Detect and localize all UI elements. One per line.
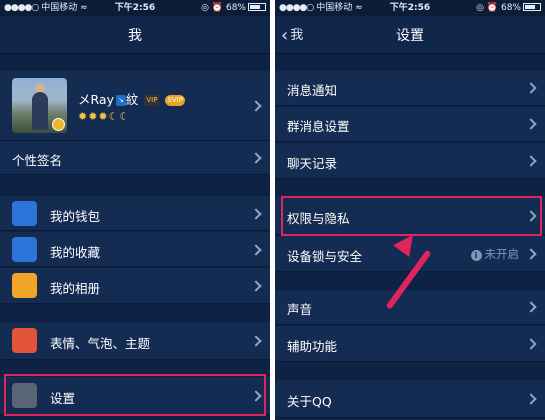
settings-item-group-messages[interactable]: 群消息设置: [275, 107, 545, 142]
menu-item-favorites[interactable]: 我的收藏: [0, 232, 270, 267]
settings-highlight-box: [4, 374, 266, 416]
settings-item-sound[interactable]: 声音: [275, 290, 545, 325]
chevron-right-icon: [250, 244, 262, 256]
settings-item-accessibility[interactable]: 辅助功能: [275, 326, 545, 362]
page-title: 我: [128, 28, 142, 44]
nickname: メRay ↘ 紋 VIP SVIP: [78, 89, 185, 108]
lock-rotation-icon: ◎: [201, 3, 210, 13]
nav-bar: ‹ 我 设置: [275, 16, 545, 54]
lock-rotation-icon: ◎: [476, 3, 485, 13]
battery-icon: [523, 3, 541, 11]
status-bar: ●●●●○ 中国移动 ≈ 下午2:56 ◎ ⏰ 68%: [0, 0, 270, 16]
chevron-right-icon: [525, 301, 537, 313]
wallet-icon: [12, 201, 37, 226]
star-box-icon: [12, 237, 37, 262]
nav-bar: 我: [0, 16, 270, 54]
profile-screen: ●●●●○ 中国移动 ≈ 下午2:56 ◎ ⏰ 68% 我 メRay ↘ 紋 VIP …: [0, 0, 270, 420]
battery-percent: 68%: [500, 3, 521, 13]
menu-item-label: 我的收藏: [50, 245, 101, 260]
page-title: 设置: [396, 28, 424, 44]
menu-item-label: 我的相册: [50, 281, 101, 296]
nickname-suffix: 紋: [125, 92, 139, 107]
settings-item-notifications[interactable]: 消息通知: [275, 71, 545, 106]
menu-item-label: 我的钱包: [50, 209, 101, 224]
chevron-right-icon: [250, 335, 262, 347]
status-bar: ●●●●○ 中国移动 ≈ 下午2:56 ◎ ⏰ 68%: [275, 0, 545, 16]
signature-label: 个性签名: [12, 153, 63, 168]
settings-item-chat-history[interactable]: 聊天记录: [275, 143, 545, 179]
menu-item-label: 表情、气泡、主题: [50, 336, 151, 351]
device-lock-status-text: 未开启: [484, 247, 520, 261]
privacy-highlight-box: [281, 196, 542, 236]
avatar[interactable]: [12, 78, 67, 133]
level-stars: ✹✹✹☾☾: [78, 110, 131, 123]
menu-item-album[interactable]: 我的相册: [0, 268, 270, 304]
profile-card[interactable]: メRay ↘ 紋 VIP SVIP ✹✹✹☾☾: [0, 71, 270, 141]
settings-item-label: 消息通知: [287, 83, 338, 98]
settings-item-label: 辅助功能: [287, 339, 338, 354]
chevron-right-icon: [525, 338, 537, 350]
settings-item-label: 群消息设置: [287, 119, 350, 134]
chevron-right-icon: [525, 248, 537, 260]
chevron-right-icon: [250, 100, 262, 112]
menu-item-wallet[interactable]: 我的钱包: [0, 196, 270, 231]
theme-icon: [12, 328, 37, 353]
chevron-right-icon: [525, 82, 537, 94]
chevron-right-icon: [525, 155, 537, 167]
vip-icon: VIP: [144, 95, 160, 106]
settings-item-label: 设备锁与安全: [287, 249, 363, 264]
chevron-right-icon: [250, 152, 262, 164]
settings-item-label: 聊天记录: [287, 156, 338, 171]
nickname-text: メRay: [78, 92, 114, 107]
menu-item-themes[interactable]: 表情、气泡、主题: [0, 322, 270, 360]
settings-item-about[interactable]: 关于QQ: [275, 380, 545, 418]
vip-arrow-icon: ↘: [115, 95, 126, 106]
lock-icon: i: [470, 250, 482, 261]
settings-item-label: 关于QQ: [287, 394, 332, 409]
battery-icon: [248, 3, 266, 11]
photo-icon: [12, 273, 37, 298]
device-lock-status: i 未开启: [470, 246, 520, 262]
signature-row[interactable]: 个性签名: [0, 141, 270, 175]
chevron-right-icon: [250, 280, 262, 292]
chevron-right-icon: [525, 393, 537, 405]
battery-status: ◎ ⏰ 68%: [476, 0, 541, 16]
settings-item-label: 声音: [287, 302, 313, 317]
alarm-icon: ⏰: [211, 3, 224, 13]
alarm-icon: ⏰: [486, 3, 499, 13]
battery-percent: 68%: [225, 3, 246, 13]
battery-status: ◎ ⏰ 68%: [201, 0, 266, 16]
svip-icon: SVIP: [165, 95, 185, 106]
level-badge-icon: [52, 118, 65, 131]
chevron-right-icon: [525, 118, 537, 130]
chevron-right-icon: [250, 208, 262, 220]
